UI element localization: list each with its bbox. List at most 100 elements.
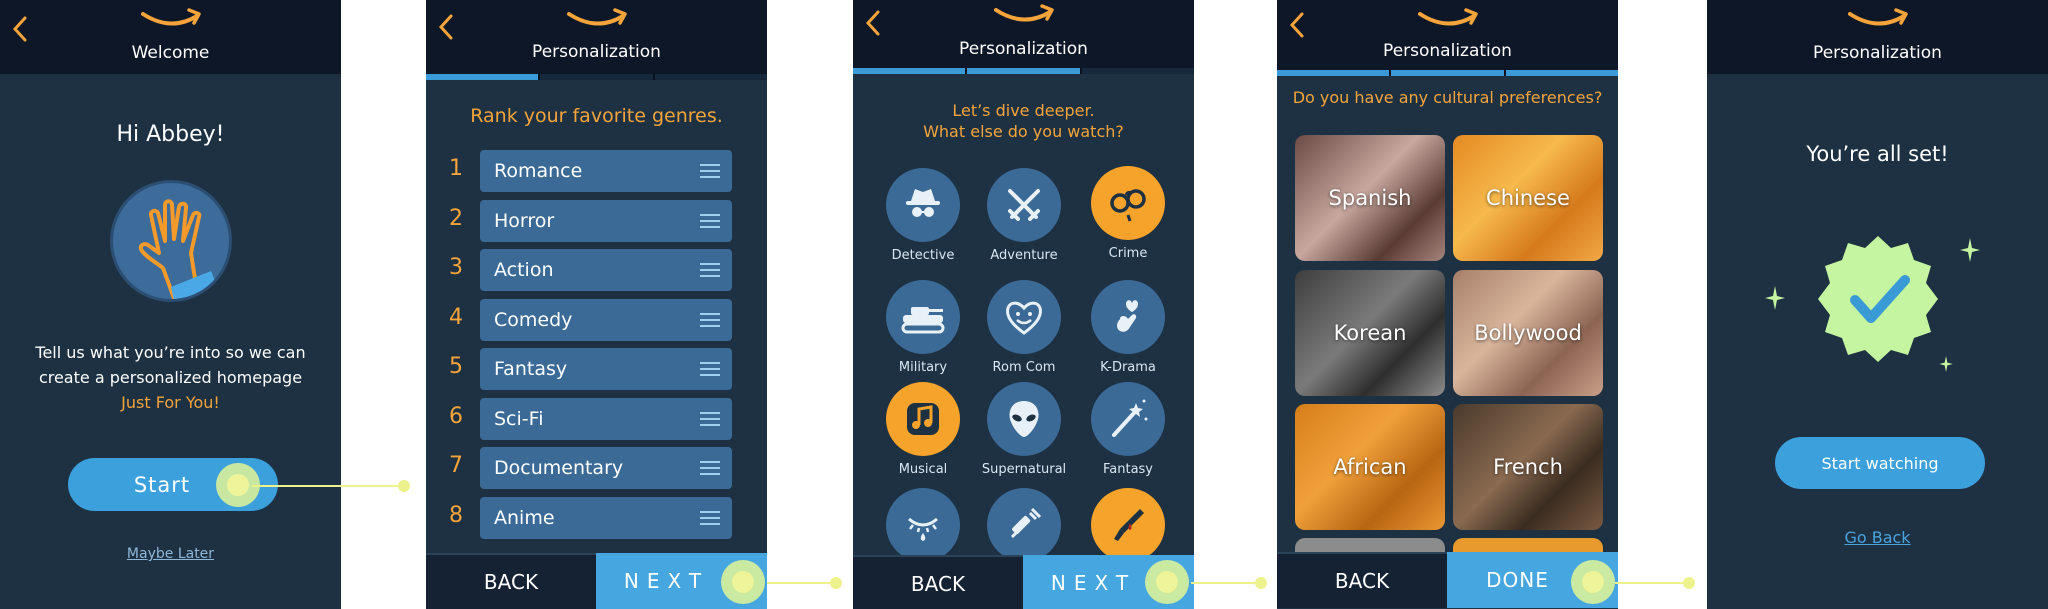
genre-label: Romance [494, 160, 583, 182]
rank-number: 5 [449, 354, 463, 379]
rank-row: 7 Documentary [446, 447, 756, 489]
category-crime[interactable]: Crime [1078, 166, 1178, 261]
category-detective[interactable]: Detective [873, 168, 973, 263]
flow-dot [830, 577, 842, 589]
genre-item-romance[interactable]: Romance [480, 150, 732, 192]
back-arrow-icon[interactable] [8, 14, 32, 44]
genre-rank-list: 1 Romance 2 Horror 3 Action 4 Comedy 5 Fantas… [446, 150, 756, 546]
go-back-link[interactable]: Go Back [1707, 528, 2048, 547]
back-button-label: BACK [910, 572, 966, 596]
back-arrow-icon[interactable] [861, 8, 885, 38]
genre-item-horror[interactable]: Horror [480, 199, 732, 242]
genre-item-documentary[interactable]: Documentary [480, 447, 732, 489]
page-title: Personalization [1383, 41, 1512, 61]
culture-tile-french[interactable]: French [1453, 404, 1603, 530]
done-button-label: DONE [1486, 568, 1549, 592]
progress-step-1 [1277, 70, 1392, 76]
waving-hand-icon [110, 180, 232, 302]
sparkle-icon [1765, 286, 1785, 310]
progress-bar [1277, 70, 1618, 76]
maybe-later-link[interactable]: Maybe Later [0, 546, 341, 562]
drag-handle-icon[interactable] [700, 362, 720, 376]
category-fantasy[interactable]: Fantasy [1078, 382, 1178, 477]
back-button[interactable]: BACK [426, 553, 596, 609]
progress-bar [853, 68, 1194, 74]
category-supernatural[interactable]: Supernatural [974, 382, 1074, 477]
start-watching-button[interactable]: Start watching [1775, 437, 1985, 489]
back-button[interactable]: BACK [853, 555, 1023, 609]
genre-label: Comedy [494, 308, 573, 331]
genre-label: Documentary [494, 457, 624, 479]
category-adventure[interactable]: Adventure [974, 168, 1074, 263]
amazon-smile-logo [1417, 8, 1478, 26]
heading-line-1: Let’s dive deeper. [952, 101, 1095, 120]
back-button[interactable]: BACK [1277, 552, 1447, 608]
intro-line-2: create a personalized homepage [38, 368, 303, 387]
back-arrow-icon[interactable] [434, 12, 458, 42]
drag-handle-icon[interactable] [700, 312, 720, 327]
rank-number: 8 [449, 502, 463, 528]
progress-step-2 [967, 68, 1082, 74]
genre-item-sci-fi[interactable]: Sci-Fi [480, 397, 732, 440]
tap-indicator [1145, 560, 1189, 604]
flow-connector [1191, 582, 1259, 584]
finger-heart-icon [1091, 280, 1165, 354]
progress-step-3 [1081, 68, 1194, 74]
progress-step-2 [540, 74, 655, 80]
footer-bar: BACK NEXT [426, 553, 767, 609]
all-set-screen: Personalization You’re all set! Start wa… [1707, 0, 2048, 609]
genre-label: Action [494, 259, 554, 281]
category-label: Rom Com [992, 360, 1056, 375]
page-title: Personalization [532, 42, 661, 62]
genre-label: Fantasy [494, 358, 568, 380]
start-watching-label: Start watching [1821, 453, 1939, 473]
drag-handle-icon[interactable] [700, 213, 720, 228]
genre-item-fantasy[interactable]: Fantasy [480, 348, 732, 390]
culture-tile-spanish[interactable]: Spanish [1295, 135, 1445, 261]
drag-handle-icon[interactable] [700, 411, 720, 426]
drag-handle-icon[interactable] [700, 263, 720, 277]
cultural-question: Do you have any cultural preferences? [1292, 88, 1603, 107]
category-horror[interactable] [1078, 488, 1178, 562]
tile-label: African [1333, 455, 1407, 479]
category-k-drama[interactable]: K-Drama [1078, 280, 1178, 375]
genre-item-action[interactable]: Action [480, 249, 732, 291]
intro-line-1: Tell us what you’re into so we can [35, 343, 306, 362]
header-bar: Personalization [426, 0, 767, 74]
category-medical[interactable] [974, 488, 1074, 562]
sparkle-icon [1939, 356, 1953, 372]
category-musical[interactable]: Musical [873, 382, 973, 477]
category-tearjerker[interactable] [873, 488, 973, 562]
rank-row: 3 Action [446, 249, 756, 291]
genre-label: Anime [494, 506, 555, 529]
back-arrow-icon[interactable] [1285, 10, 1309, 40]
genre-label: Sci-Fi [494, 407, 544, 430]
footer-bar: BACK NEXT [853, 555, 1194, 609]
footer-bar: BACK DONE [1277, 552, 1618, 608]
rank-row: 4 Comedy [446, 298, 756, 341]
category-label: K-Drama [1100, 360, 1156, 375]
progress-step-1 [426, 74, 541, 80]
drag-handle-icon[interactable] [700, 461, 720, 475]
start-button-label: Start [133, 472, 191, 497]
category-military[interactable]: Military [873, 280, 973, 375]
rank-row: 1 Romance [446, 150, 756, 192]
category-rom-com[interactable]: Rom Com [974, 280, 1074, 375]
culture-tile-african[interactable]: African [1295, 404, 1445, 530]
category-label: Detective [891, 248, 955, 263]
tile-label: Bollywood [1474, 321, 1582, 345]
drag-handle-icon[interactable] [700, 510, 720, 525]
genre-item-comedy[interactable]: Comedy [480, 298, 732, 341]
category-label: Fantasy [1102, 462, 1154, 477]
page-title: Welcome [131, 43, 210, 63]
category-label: Adventure [990, 248, 1058, 263]
category-label: Military [898, 360, 948, 375]
drag-handle-icon[interactable] [700, 164, 720, 178]
culture-tile-bollywood[interactable]: Bollywood [1453, 270, 1603, 396]
flow-dot [1683, 577, 1695, 589]
culture-tile-korean[interactable]: Korean [1295, 270, 1445, 396]
genre-item-anime[interactable]: Anime [480, 496, 732, 539]
progress-step-3 [654, 74, 767, 80]
progress-step-1 [853, 68, 968, 74]
culture-tile-chinese[interactable]: Chinese [1453, 135, 1603, 261]
